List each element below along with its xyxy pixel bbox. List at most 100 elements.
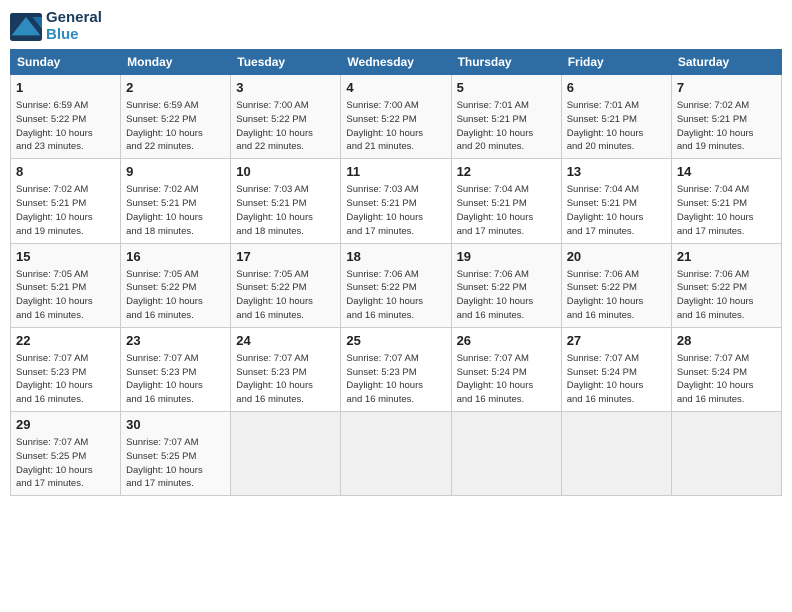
day-number: 2 (126, 79, 225, 97)
day-number: 22 (16, 332, 115, 350)
day-info: Sunrise: 6:59 AMSunset: 5:22 PMDaylight:… (16, 99, 115, 154)
calendar-body: 1 Sunrise: 6:59 AMSunset: 5:22 PMDaylight… (11, 75, 782, 496)
day-number: 18 (346, 248, 445, 266)
day-info: Sunrise: 6:59 AMSunset: 5:22 PMDaylight:… (126, 99, 225, 154)
calendar-cell: 26 Sunrise: 7:07 AMSunset: 5:24 PMDayligh… (451, 327, 561, 411)
weekday-header-sunday: Sunday (11, 50, 121, 75)
day-info: Sunrise: 7:04 AMSunset: 5:21 PMDaylight:… (457, 183, 556, 238)
day-number: 26 (457, 332, 556, 350)
day-number: 15 (16, 248, 115, 266)
calendar-cell: 3Sunrise: 7:00 AMSunset: 5:22 PMDaylight… (231, 75, 341, 159)
calendar-cell: 27 Sunrise: 7:07 AMSunset: 5:24 PMDayligh… (561, 327, 671, 411)
weekday-header-thursday: Thursday (451, 50, 561, 75)
day-info: Sunrise: 7:07 AMSunset: 5:24 PMDaylight:… (457, 352, 556, 407)
day-number: 25 (346, 332, 445, 350)
header: General Blue (10, 10, 782, 43)
calendar-cell: 2 Sunrise: 6:59 AMSunset: 5:22 PMDaylight… (121, 75, 231, 159)
day-info: Sunrise: 7:07 AMSunset: 5:23 PMDaylight:… (236, 352, 335, 407)
calendar-cell: 10 Sunrise: 7:03 AMSunset: 5:21 PMDayligh… (231, 159, 341, 243)
calendar-cell (561, 412, 671, 496)
weekday-header-monday: Monday (121, 50, 231, 75)
day-number: 1 (16, 79, 115, 97)
day-number: 23 (126, 332, 225, 350)
day-number: 11 (346, 163, 445, 181)
day-number: 9 (126, 163, 225, 181)
calendar-week-4: 22 Sunrise: 7:07 AMSunset: 5:23 PMDayligh… (11, 327, 782, 411)
calendar-cell: 15 Sunrise: 7:05 AMSunset: 5:21 PMDayligh… (11, 243, 121, 327)
calendar-cell: 25 Sunrise: 7:07 AMSunset: 5:23 PMDayligh… (341, 327, 451, 411)
day-number: 30 (126, 416, 225, 434)
day-info: Sunrise: 7:07 AMSunset: 5:23 PMDaylight:… (346, 352, 445, 407)
calendar-cell: 12 Sunrise: 7:04 AMSunset: 5:21 PMDayligh… (451, 159, 561, 243)
calendar-cell: 20 Sunrise: 7:06 AMSunset: 5:22 PMDayligh… (561, 243, 671, 327)
day-number: 12 (457, 163, 556, 181)
calendar-cell: 9Sunrise: 7:02 AMSunset: 5:21 PMDaylight… (121, 159, 231, 243)
calendar-cell: 18 Sunrise: 7:06 AMSunset: 5:22 PMDayligh… (341, 243, 451, 327)
day-number: 14 (677, 163, 776, 181)
day-info: Sunrise: 7:02 AMSunset: 5:21 PMDaylight:… (677, 99, 776, 154)
day-info: Sunrise: 7:01 AMSunset: 5:21 PMDaylight:… (457, 99, 556, 154)
calendar-cell: 23 Sunrise: 7:07 AMSunset: 5:23 PMDayligh… (121, 327, 231, 411)
calendar-week-2: 8 Sunrise: 7:02 AMSunset: 5:21 PMDaylight… (11, 159, 782, 243)
day-number: 10 (236, 163, 335, 181)
day-number: 13 (567, 163, 666, 181)
logo: General Blue (10, 10, 102, 43)
day-info: Sunrise: 7:07 AMSunset: 5:23 PMDaylight:… (126, 352, 225, 407)
day-info: Sunrise: 7:07 AMSunset: 5:24 PMDaylight:… (677, 352, 776, 407)
calendar-cell: 30 Sunrise: 7:07 AMSunset: 5:25 PMDayligh… (121, 412, 231, 496)
day-number: 27 (567, 332, 666, 350)
calendar-cell: 28 Sunrise: 7:07 AMSunset: 5:24 PMDayligh… (671, 327, 781, 411)
logo-icon (10, 13, 42, 41)
day-info: Sunrise: 7:07 AMSunset: 5:25 PMDaylight:… (16, 436, 115, 491)
calendar-cell: 1 Sunrise: 6:59 AMSunset: 5:22 PMDaylight… (11, 75, 121, 159)
day-info: Sunrise: 7:02 AMSunset: 5:21 PMDaylight:… (16, 183, 115, 238)
calendar-cell: 22 Sunrise: 7:07 AMSunset: 5:23 PMDayligh… (11, 327, 121, 411)
day-info: Sunrise: 7:03 AMSunset: 5:21 PMDaylight:… (346, 183, 445, 238)
day-info: Sunrise: 7:03 AMSunset: 5:21 PMDaylight:… (236, 183, 335, 238)
day-number: 4 (346, 79, 445, 97)
day-info: Sunrise: 7:06 AMSunset: 5:22 PMDaylight:… (457, 268, 556, 323)
weekday-header-tuesday: Tuesday (231, 50, 341, 75)
day-info: Sunrise: 7:06 AMSunset: 5:22 PMDaylight:… (567, 268, 666, 323)
day-number: 6 (567, 79, 666, 97)
day-info: Sunrise: 7:04 AMSunset: 5:21 PMDaylight:… (567, 183, 666, 238)
day-number: 19 (457, 248, 556, 266)
calendar-cell: 24 Sunrise: 7:07 AMSunset: 5:23 PMDayligh… (231, 327, 341, 411)
day-number: 17 (236, 248, 335, 266)
day-number: 3 (236, 79, 335, 97)
calendar-week-3: 15 Sunrise: 7:05 AMSunset: 5:21 PMDayligh… (11, 243, 782, 327)
calendar: SundayMondayTuesdayWednesdayThursdayFrid… (10, 49, 782, 496)
calendar-cell (341, 412, 451, 496)
logo-text: General Blue (46, 10, 102, 43)
day-info: Sunrise: 7:05 AMSunset: 5:21 PMDaylight:… (16, 268, 115, 323)
day-number: 24 (236, 332, 335, 350)
calendar-week-5: 29 Sunrise: 7:07 AMSunset: 5:25 PMDayligh… (11, 412, 782, 496)
day-number: 5 (457, 79, 556, 97)
calendar-cell (451, 412, 561, 496)
day-number: 20 (567, 248, 666, 266)
day-number: 21 (677, 248, 776, 266)
day-number: 29 (16, 416, 115, 434)
calendar-cell: 29 Sunrise: 7:07 AMSunset: 5:25 PMDayligh… (11, 412, 121, 496)
day-number: 28 (677, 332, 776, 350)
calendar-cell (671, 412, 781, 496)
weekday-header-saturday: Saturday (671, 50, 781, 75)
calendar-cell: 6Sunrise: 7:01 AMSunset: 5:21 PMDaylight… (561, 75, 671, 159)
calendar-cell: 21 Sunrise: 7:06 AMSunset: 5:22 PMDayligh… (671, 243, 781, 327)
day-info: Sunrise: 7:07 AMSunset: 5:25 PMDaylight:… (126, 436, 225, 491)
day-info: Sunrise: 7:07 AMSunset: 5:23 PMDaylight:… (16, 352, 115, 407)
day-info: Sunrise: 7:05 AMSunset: 5:22 PMDaylight:… (236, 268, 335, 323)
calendar-cell: 19 Sunrise: 7:06 AMSunset: 5:22 PMDayligh… (451, 243, 561, 327)
day-info: Sunrise: 7:05 AMSunset: 5:22 PMDaylight:… (126, 268, 225, 323)
day-info: Sunrise: 7:06 AMSunset: 5:22 PMDaylight:… (677, 268, 776, 323)
calendar-cell: 5 Sunrise: 7:01 AMSunset: 5:21 PMDaylight… (451, 75, 561, 159)
calendar-cell: 13 Sunrise: 7:04 AMSunset: 5:21 PMDayligh… (561, 159, 671, 243)
day-info: Sunrise: 7:00 AMSunset: 5:22 PMDaylight:… (346, 99, 445, 154)
day-info: Sunrise: 7:07 AMSunset: 5:24 PMDaylight:… (567, 352, 666, 407)
calendar-cell: 8 Sunrise: 7:02 AMSunset: 5:21 PMDaylight… (11, 159, 121, 243)
weekday-header-wednesday: Wednesday (341, 50, 451, 75)
day-number: 16 (126, 248, 225, 266)
day-info: Sunrise: 7:06 AMSunset: 5:22 PMDaylight:… (346, 268, 445, 323)
day-number: 8 (16, 163, 115, 181)
calendar-cell: 16 Sunrise: 7:05 AMSunset: 5:22 PMDayligh… (121, 243, 231, 327)
